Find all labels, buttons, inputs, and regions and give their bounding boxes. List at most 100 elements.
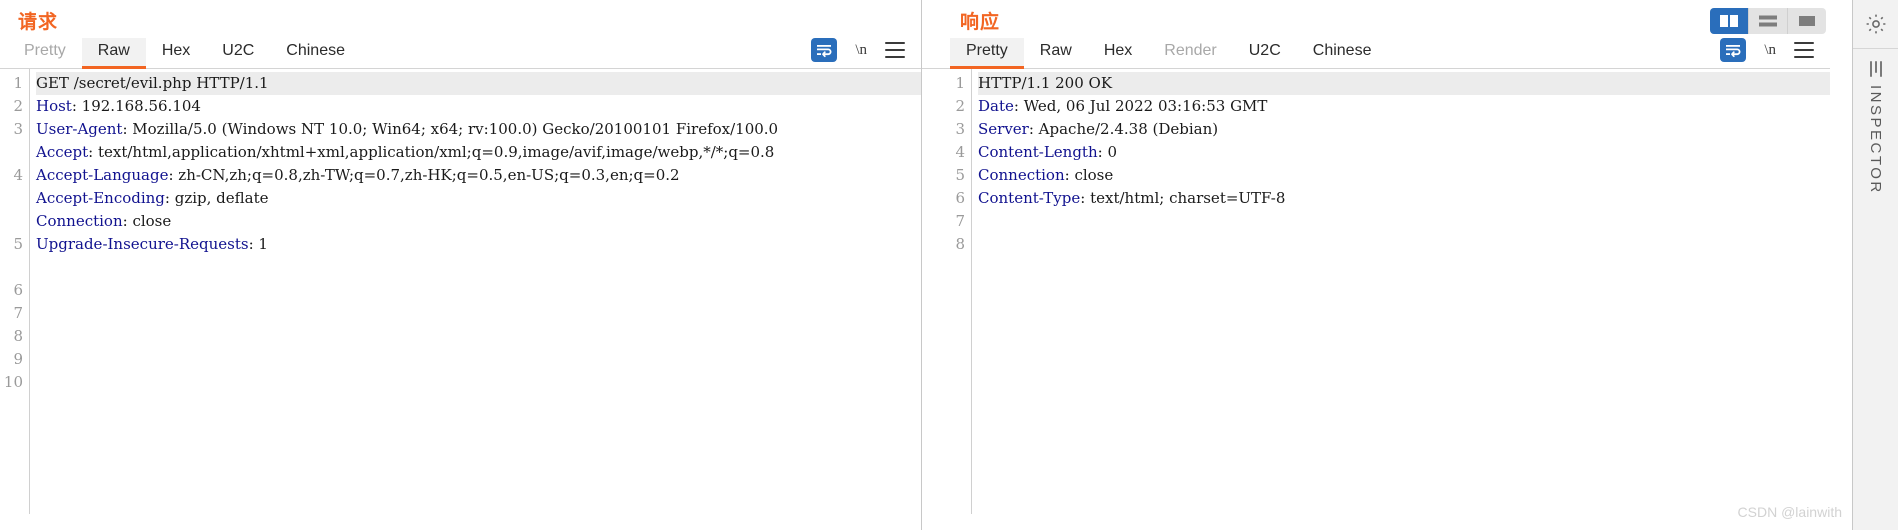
layout-single-button[interactable] [1788, 8, 1826, 34]
hamburger-glyph [1794, 42, 1814, 58]
code-line: Host: 192.168.56.104 [36, 95, 921, 118]
code-line: GET /secret/evil.php HTTP/1.1 [36, 72, 921, 95]
tab-response-chinese[interactable]: Chinese [1297, 38, 1388, 68]
line-number-wrap: · [0, 187, 29, 210]
response-header-name: Content-Type [978, 189, 1081, 207]
hamburger-menu-icon[interactable] [885, 42, 905, 58]
inspector-toggle[interactable]: INSPECTOR [1867, 61, 1884, 195]
hamburger-menu-icon[interactable] [1794, 42, 1814, 58]
layout-view-toggle-group [1710, 8, 1826, 34]
line-number: 9 [13, 350, 23, 368]
tab-response-raw[interactable]: Raw [1024, 38, 1088, 68]
line-number: 1 [955, 74, 965, 92]
request-header-name: Connection [36, 212, 123, 230]
code-line: Upgrade-Insecure-Requests: 1 [36, 233, 921, 256]
request-header-name: Accept [36, 143, 89, 161]
request-header-value: : gzip, deflate [164, 189, 269, 207]
response-panel: 响应 Pretty Raw Hex Render U2C Chinese \n [922, 0, 1830, 530]
inspector-icon [1869, 61, 1882, 77]
line-number: 2 [955, 97, 965, 115]
gear-icon[interactable] [1853, 0, 1898, 49]
line-number: 2 [13, 97, 23, 115]
line-number: 5 [955, 166, 965, 184]
request-code-body[interactable]: GET /secret/evil.php HTTP/1.1 Host: 192.… [30, 69, 921, 514]
word-wrap-icon[interactable] [1720, 38, 1747, 62]
request-header-value: : Mozilla/5.0 (Windows NT 10.0; Win64; x… [122, 120, 779, 138]
request-tab-tools: \n [811, 38, 921, 68]
code-line: Content-Type: text/html; charset=UTF-8 [978, 187, 1830, 210]
code-line: Accept: text/html,application/xhtml+xml,… [36, 141, 921, 164]
request-header-name: Host [36, 97, 72, 115]
line-number: 5 [13, 235, 23, 253]
tab-request-pretty[interactable]: Pretty [8, 38, 82, 68]
line-number: 4 [955, 143, 965, 161]
tab-request-raw[interactable]: Raw [81, 38, 146, 69]
line-number: 6 [13, 281, 23, 299]
request-line-value: GET /secret/evil.php HTTP/1.1 [36, 74, 269, 92]
code-line: Server: Apache/2.4.38 (Debian) [978, 118, 1830, 141]
code-line: Connection: close [36, 210, 921, 233]
newline-toggle[interactable]: \n [853, 42, 869, 59]
tab-response-pretty[interactable]: Pretty [950, 38, 1024, 69]
request-code-area[interactable]: 1 2 3 · 4 · · 5 · 6 7 8 9 10 GET /secret… [0, 69, 921, 514]
response-panel-title: 响应 [960, 12, 1001, 33]
layout-stacked-button[interactable] [1749, 8, 1788, 34]
tab-request-chinese[interactable]: Chinese [270, 38, 361, 68]
newline-toggle[interactable]: \n [1762, 42, 1778, 59]
response-header-value: : text/html; charset=UTF-8 [1080, 189, 1286, 207]
request-panel-title: 请求 [18, 12, 59, 33]
code-line: HTTP/1.1 200 OK [978, 72, 1830, 95]
tab-response-hex[interactable]: Hex [1088, 38, 1148, 68]
code-line: Accept-Encoding: gzip, deflate [36, 187, 921, 210]
response-line-numbers: 1 2 3 4 5 6 7 8 [922, 69, 972, 514]
request-panel: 请求 Pretty Raw Hex U2C Chinese \n 1 2 3 4… [0, 0, 922, 530]
http-message-viewer: 请求 Pretty Raw Hex U2C Chinese \n 1 2 3 4… [0, 0, 1898, 530]
code-line: Date: Wed, 06 Jul 2022 03:16:53 GMT [978, 95, 1830, 118]
watermark: CSDN @lainwith [1737, 504, 1842, 520]
response-tabbar: Pretty Raw Hex Render U2C Chinese \n [922, 35, 1830, 69]
request-header-value: : zh-CN,zh;q=0.8,zh-TW;q=0.7,zh-HK;q=0.5… [168, 166, 680, 184]
response-header-value: : Wed, 06 Jul 2022 03:16:53 GMT [1013, 97, 1268, 115]
line-number: 4 [13, 166, 23, 184]
code-line: Accept-Language: zh-CN,zh;q=0.8,zh-TW;q=… [36, 164, 921, 187]
hamburger-glyph [885, 42, 905, 58]
response-code-area[interactable]: 1 2 3 4 5 6 7 8 HTTP/1.1 200 OK Date: We… [922, 69, 1830, 514]
response-header-value: : 0 [1097, 143, 1117, 161]
code-line: Connection: close [978, 164, 1830, 187]
response-header-name: Content-Length [978, 143, 1098, 161]
line-number: 3 [955, 120, 965, 138]
request-header-name: Accept-Encoding [36, 189, 165, 207]
request-header-value: : 192.168.56.104 [71, 97, 201, 115]
right-rail: INSPECTOR [1852, 0, 1898, 530]
request-header-name: Upgrade-Insecure-Requests [36, 235, 249, 253]
response-header-name: Date [978, 97, 1014, 115]
code-line: Content-Length: 0 [978, 141, 1830, 164]
request-header-name: Accept-Language [36, 166, 169, 184]
line-number: 3 [13, 120, 23, 138]
line-number: 10 [3, 373, 23, 391]
layout-side-by-side-button[interactable] [1710, 8, 1749, 34]
response-header-name: Connection [978, 166, 1065, 184]
request-header-value: : 1 [248, 235, 268, 253]
word-wrap-icon[interactable] [811, 38, 838, 62]
inspector-label: INSPECTOR [1867, 85, 1884, 195]
tab-request-hex[interactable]: Hex [146, 38, 206, 68]
tab-request-u2c[interactable]: U2C [206, 38, 270, 68]
response-code-body[interactable]: HTTP/1.1 200 OK Date: Wed, 06 Jul 2022 0… [972, 69, 1830, 514]
line-number: 7 [955, 212, 965, 230]
response-header-value: : Apache/2.4.38 (Debian) [1028, 120, 1219, 138]
response-header-name: Server [978, 120, 1029, 138]
response-status-line: HTTP/1.1 200 OK [978, 74, 1113, 92]
request-header-value: : text/html,application/xhtml+xml,applic… [88, 143, 775, 161]
request-header-value: : close [122, 212, 172, 230]
tab-response-render[interactable]: Render [1148, 38, 1232, 68]
request-header-name: User-Agent [36, 120, 123, 138]
request-line-numbers: 1 2 3 · 4 · · 5 · 6 7 8 9 10 [0, 69, 30, 514]
line-number: 7 [13, 304, 23, 322]
request-tabbar: Pretty Raw Hex U2C Chinese \n [0, 35, 921, 69]
tab-response-u2c[interactable]: U2C [1233, 38, 1297, 68]
